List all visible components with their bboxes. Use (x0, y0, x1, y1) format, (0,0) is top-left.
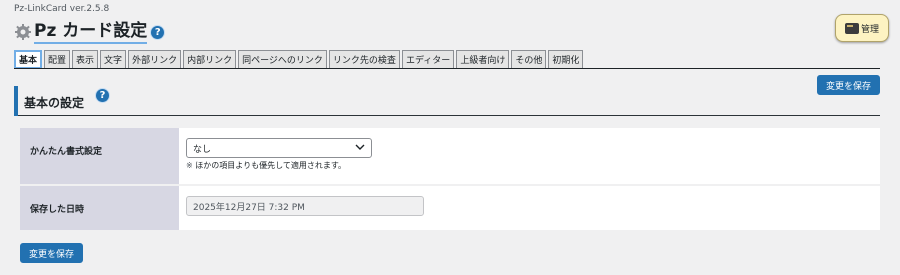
tab-reset[interactable]: 初期化 (548, 50, 584, 68)
page-title-row: Pz カード設定 ? (14, 20, 165, 44)
tab-advanced[interactable]: 上級者向け (456, 50, 510, 68)
tab-text[interactable]: 文字 (100, 50, 127, 68)
tab-basic[interactable]: 基本 (14, 50, 43, 69)
admin-button-label: 管理 (860, 24, 879, 35)
tab-external-link[interactable]: 外部リンク (128, 50, 182, 68)
tab-placement[interactable]: 配置 (44, 50, 71, 68)
section-title: 基本の設定 (24, 96, 85, 110)
note-text: ほかの項目よりも優先して適用されます。 (195, 161, 347, 170)
tab-link-check[interactable]: リンク先の検査 (328, 50, 400, 68)
section-header: 基本の設定 ? (14, 86, 880, 116)
format-select-value: なし (193, 144, 212, 155)
saved-date-label: 保存した日時 (20, 186, 179, 230)
format-content: なし ※ ほかの項目よりも優先して適用されます。 (179, 128, 880, 184)
section-underline (18, 115, 880, 116)
gear-icon (14, 23, 32, 41)
tab-display[interactable]: 表示 (72, 50, 99, 68)
admin-button[interactable]: 管理 (835, 14, 889, 42)
setting-row-format: かんたん書式設定 なし ※ ほかの項目よりも優先して適用されます。 (20, 128, 880, 186)
save-button-bottom[interactable]: 変更を保存 (20, 243, 83, 263)
page-title: Pz カード設定 (34, 21, 148, 44)
format-label: かんたん書式設定 (20, 128, 179, 184)
version-label: Pz-LinkCard ver.2.5.8 (14, 4, 110, 14)
tab-same-page-link[interactable]: 同ページへのリンク (238, 50, 327, 68)
format-note: ※ ほかの項目よりも優先して適用されます。 (186, 160, 873, 171)
note-mark: ※ (186, 161, 193, 170)
settings-tabs: 基本 配置 表示 文字 外部リンク 内部リンク 同ページへのリンク リンク先の検… (14, 50, 584, 69)
tab-internal-link[interactable]: 内部リンク (183, 50, 237, 68)
settings-table: かんたん書式設定 なし ※ ほかの項目よりも優先して適用されます。 保存した日時… (20, 128, 880, 232)
chevron-down-icon (355, 143, 365, 153)
tab-editor[interactable]: エディター (401, 50, 455, 68)
format-select[interactable]: なし (186, 138, 372, 158)
section-accent-bar (14, 86, 18, 116)
help-icon[interactable]: ? (151, 25, 165, 39)
setting-row-saved-date: 保存した日時 2025年12月27日 7:32 PM (20, 186, 880, 232)
section-help-icon[interactable]: ? (96, 89, 109, 102)
saved-date-field: 2025年12月27日 7:32 PM (186, 196, 424, 216)
tab-other[interactable]: その他 (511, 50, 547, 68)
saved-date-content: 2025年12月27日 7:32 PM (179, 186, 880, 230)
tab-divider (14, 68, 880, 69)
admin-icon (844, 22, 859, 34)
